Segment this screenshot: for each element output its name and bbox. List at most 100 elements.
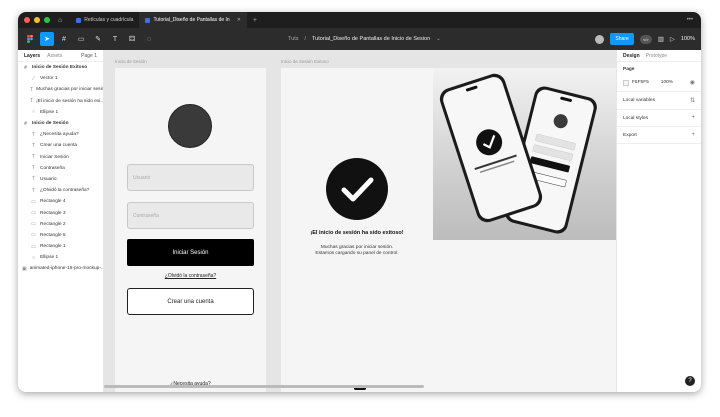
frame-layer-icon: # bbox=[24, 64, 27, 71]
add-style-icon[interactable]: + bbox=[691, 115, 695, 121]
eye-icon[interactable]: ◉ bbox=[690, 79, 695, 86]
local-variables-row[interactable]: Local variables ⇅ bbox=[617, 92, 701, 110]
tab-reticulas[interactable]: Retículas y cuadrícula bbox=[70, 12, 139, 28]
text-layer-icon: T bbox=[30, 86, 34, 93]
layer-row[interactable]: # Inicio de Sesión bbox=[18, 118, 103, 129]
layer-row[interactable]: T ¿Olvidó la contraseña? bbox=[18, 185, 103, 196]
layer-label: ¿Necesita ayuda? bbox=[40, 132, 79, 138]
layer-label: Usuario bbox=[40, 176, 57, 182]
design-panel: Design Prototype Page F5F5F5 100% ◉ Loca… bbox=[616, 50, 701, 392]
layer-label: Inicio de Sesión Exitoso bbox=[32, 65, 88, 71]
share-button[interactable]: Share bbox=[610, 33, 634, 45]
layer-row[interactable]: T ¡El inicio de sesión ha sido exi... bbox=[18, 96, 103, 107]
dev-mode-toggle-icon[interactable]: </> bbox=[639, 34, 652, 44]
frame-label-success[interactable]: Inicio de Sesión Exitoso bbox=[281, 59, 329, 64]
library-icon[interactable]: ▥ bbox=[658, 35, 664, 43]
frame-label-login[interactable]: Inicio de Sesión bbox=[115, 59, 147, 64]
layer-row[interactable]: T Contraseña bbox=[18, 163, 103, 174]
close-tab-icon[interactable]: ✕ bbox=[237, 17, 241, 23]
layer-row[interactable]: T Usuario bbox=[18, 174, 103, 185]
main-menu-icon[interactable] bbox=[23, 32, 37, 46]
page-section-heading: Page bbox=[623, 67, 635, 72]
maximize-window-button[interactable] bbox=[44, 17, 50, 23]
page-opacity-value[interactable]: 100% bbox=[661, 80, 673, 85]
success-frame[interactable]: ¡El inicio de sesión ha sido exitoso! Mu… bbox=[281, 68, 433, 392]
create-account-button[interactable]: Crear una cuenta bbox=[127, 288, 254, 315]
export-row[interactable]: Export + bbox=[617, 127, 701, 144]
breadcrumb: Tuts / Tutorial_Diseño de Pantallas de I… bbox=[288, 28, 441, 50]
page-color-value[interactable]: F5F5F5 bbox=[632, 80, 649, 85]
toolbar: ➤ # ▭ ✎ T ⚃ ◌ Tuts / Tutorial_Diseño de … bbox=[18, 28, 701, 50]
layer-label: Rectangle 3 bbox=[40, 210, 66, 216]
present-icon[interactable]: ▷ bbox=[670, 35, 675, 43]
shape-tool-icon[interactable]: ▭ bbox=[74, 32, 88, 46]
frame-tool-icon[interactable]: # bbox=[57, 32, 71, 46]
layer-row[interactable]: ▭ Rectangle 2 bbox=[18, 219, 103, 230]
layer-label: Rectangle 5 bbox=[40, 232, 66, 238]
project-name[interactable]: Tuts bbox=[288, 36, 299, 42]
home-icon[interactable]: ⌂ bbox=[58, 17, 62, 24]
checkmark-circle bbox=[326, 158, 388, 220]
close-window-button[interactable] bbox=[24, 17, 30, 23]
tab-design[interactable]: Design bbox=[623, 53, 640, 59]
avatar[interactable] bbox=[595, 34, 605, 44]
tab-prototype[interactable]: Prototype bbox=[646, 53, 667, 59]
new-tab-icon[interactable]: + bbox=[253, 17, 257, 24]
success-subtitle-line-2: Estamos cargando su panel de control. bbox=[315, 250, 399, 256]
tab-label: Retículas y cuadrícula bbox=[84, 17, 134, 23]
success-subtitle: Muchas gracias por iniciar sesión. Estam… bbox=[281, 245, 433, 257]
vector-layer-icon: ⟋ bbox=[31, 75, 36, 82]
layer-label: Vector 1 bbox=[40, 76, 58, 82]
horizontal-scrollbar[interactable] bbox=[104, 385, 616, 388]
layer-label: Rectangle 1 bbox=[40, 244, 66, 250]
local-styles-row[interactable]: Local styles + bbox=[617, 110, 701, 127]
layer-row[interactable]: ▭ Rectangle 4 bbox=[18, 196, 103, 207]
text-tool-icon[interactable]: T bbox=[108, 32, 122, 46]
login-frame[interactable]: Usuario Contraseña Iniciar Sesión ¿Olvid… bbox=[115, 68, 266, 392]
tab-tutorial[interactable]: Tutorial_Diseño de Pantallas de In ✕ bbox=[139, 12, 247, 28]
login-button[interactable]: Iniciar Sesión bbox=[127, 239, 254, 266]
layer-row[interactable]: ▭ Rectangle 1 bbox=[18, 241, 103, 252]
layer-label: Ellipse 1 bbox=[40, 109, 59, 115]
layer-row[interactable]: ▭ Rectangle 3 bbox=[18, 207, 103, 218]
zoom-level[interactable]: 100% bbox=[681, 36, 695, 42]
layer-row[interactable]: ○ Ellipse 1 bbox=[18, 107, 103, 118]
variables-settings-icon[interactable]: ⇅ bbox=[690, 97, 695, 104]
layer-row[interactable]: # Inicio de Sesión Exitoso bbox=[18, 62, 103, 73]
forgot-password-link[interactable]: ¿Olvidó la contraseña? bbox=[115, 273, 266, 279]
password-placeholder: Contraseña bbox=[133, 212, 159, 219]
pen-tool-icon[interactable]: ✎ bbox=[91, 32, 105, 46]
ellipse-layer-icon: ○ bbox=[31, 109, 36, 116]
chevron-down-icon[interactable]: ⌄ bbox=[436, 36, 441, 42]
layer-row[interactable]: ○ Ellipse 1 bbox=[18, 252, 103, 263]
layer-row[interactable]: ▣ animated-iphone-15-pro-mockup-... bbox=[18, 263, 103, 274]
layer-row[interactable]: T Iniciar Sesión bbox=[18, 152, 103, 163]
help-button[interactable]: ? bbox=[685, 376, 695, 386]
toolbar-right: Share </> ▥ ▷ 100% bbox=[595, 28, 695, 50]
tab-layers[interactable]: Layers bbox=[24, 53, 40, 59]
layer-row[interactable]: T Crear una cuenta bbox=[18, 140, 103, 151]
add-export-icon[interactable]: + bbox=[691, 132, 695, 138]
scrollbar-thumb[interactable] bbox=[104, 385, 424, 388]
ellipse-layer-icon: ○ bbox=[31, 254, 36, 261]
color-swatch[interactable] bbox=[623, 79, 629, 86]
layer-row[interactable]: ▭ Rectangle 5 bbox=[18, 230, 103, 241]
comment-tool-icon[interactable]: ◌ bbox=[142, 32, 156, 46]
password-field[interactable]: Contraseña bbox=[127, 202, 254, 229]
layer-row[interactable]: ⟋ Vector 1 bbox=[18, 73, 103, 84]
layer-row[interactable]: T ¿Necesita ayuda? bbox=[18, 129, 103, 140]
username-field[interactable]: Usuario bbox=[127, 164, 254, 191]
layer-row[interactable]: T Muchas gracias por iniciar sesió... bbox=[18, 84, 103, 95]
iphone-mockup-image[interactable] bbox=[433, 68, 616, 240]
text-layer-icon: T bbox=[30, 98, 34, 105]
layer-label: Crear una cuenta bbox=[40, 143, 78, 149]
tab-assets[interactable]: Assets bbox=[47, 53, 62, 59]
canvas[interactable]: Inicio de Sesión Inicio de Sesión Exitos… bbox=[104, 50, 616, 392]
more-icon[interactable]: ••• bbox=[687, 17, 693, 23]
resources-tool-icon[interactable]: ⚃ bbox=[125, 32, 139, 46]
move-tool-icon[interactable]: ➤ bbox=[40, 32, 54, 46]
page-color-row[interactable]: F5F5F5 100% ◉ bbox=[617, 74, 701, 92]
minimize-window-button[interactable] bbox=[34, 17, 40, 23]
page-selector[interactable]: Page 1 bbox=[81, 53, 97, 59]
file-name[interactable]: Tutorial_Diseño de Pantallas de Inicio d… bbox=[312, 36, 430, 42]
